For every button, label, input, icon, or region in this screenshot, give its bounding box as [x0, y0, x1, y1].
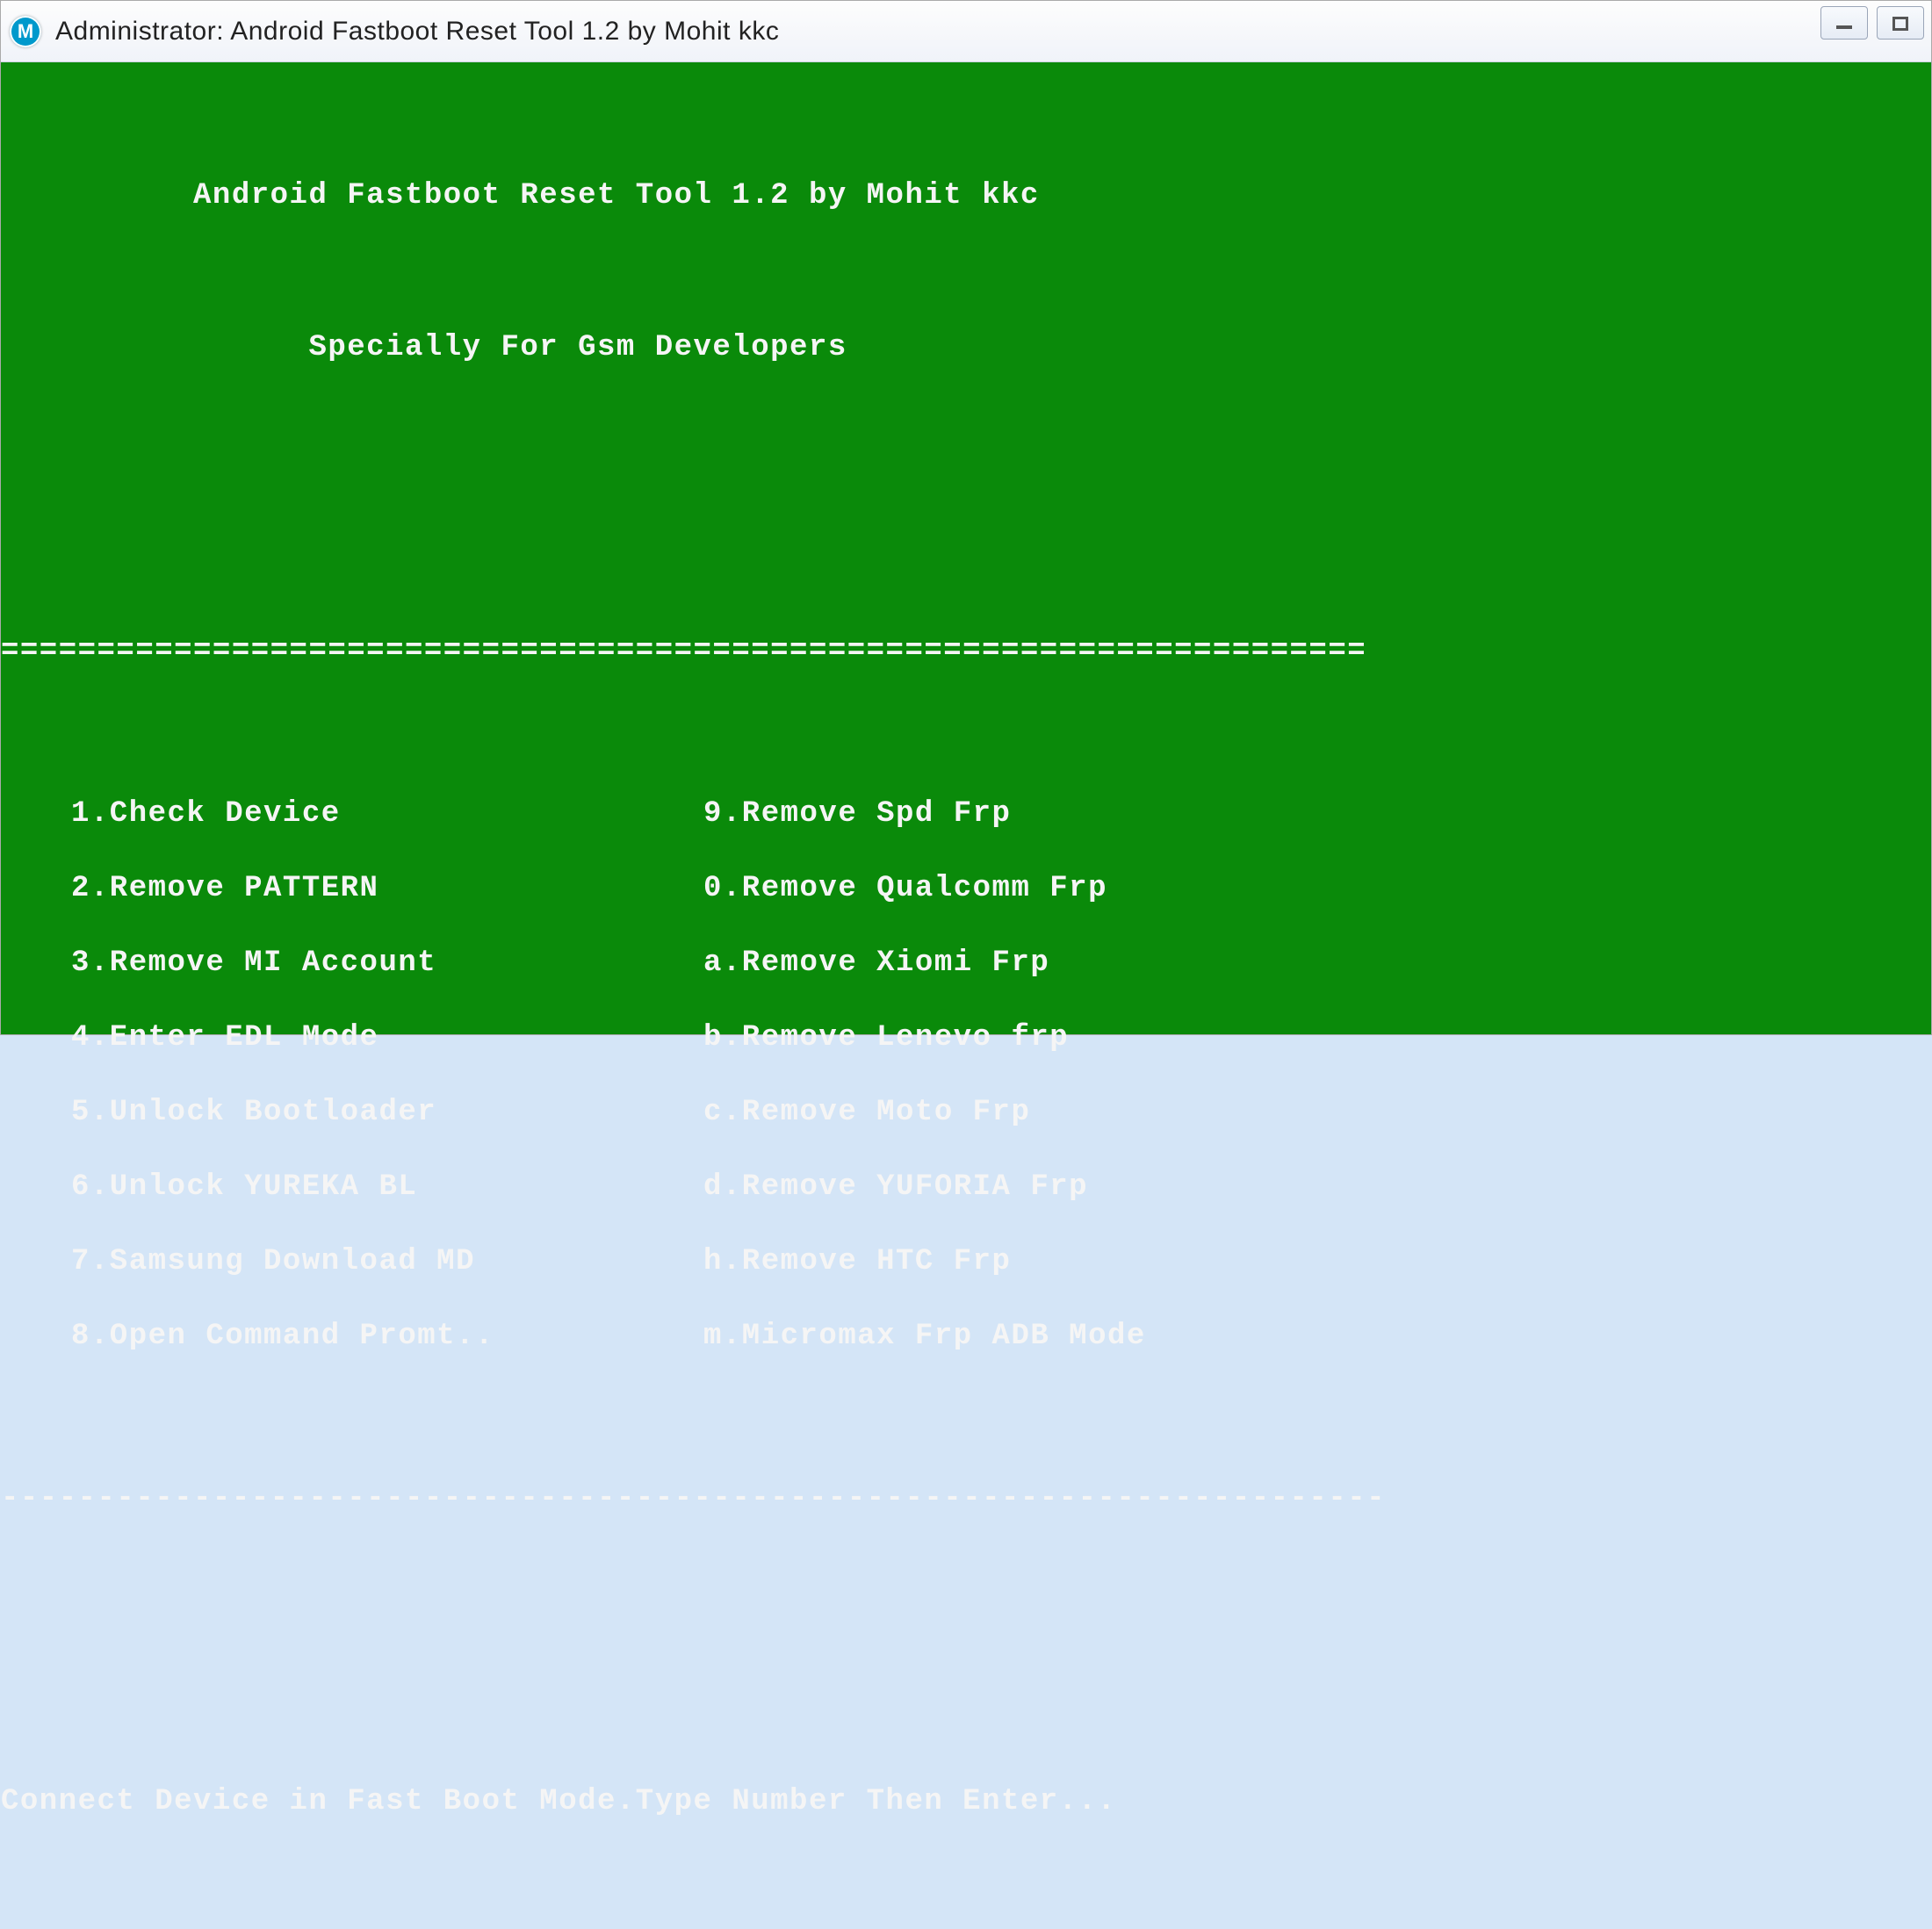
maximize-icon	[1892, 17, 1908, 29]
menu-item: c.Remove Moto Frp	[703, 1076, 1146, 1150]
window-title: Administrator: Android Fastboot Reset To…	[55, 17, 779, 47]
menu-item: 9.Remove Spd Frp	[703, 777, 1146, 852]
menu-item: 5.Unlock Bootloader	[71, 1076, 703, 1150]
window-controls	[1820, 6, 1924, 40]
console-blank	[1, 475, 1931, 526]
console-blank	[1, 1624, 1931, 1675]
maximize-button[interactable]	[1877, 6, 1924, 40]
menu-item: m.Micromax Frp ADB Mode	[703, 1299, 1146, 1374]
app-icon: M	[10, 16, 41, 47]
menu-item: 6.Unlock YUREKA BL	[71, 1150, 703, 1225]
console-header-1: Android Fastboot Reset Tool 1.2 by Mohit…	[1, 171, 1931, 222]
divider-equals: ========================================…	[1, 628, 1931, 675]
app-icon-letter: M	[18, 20, 33, 43]
menu-item: 7.Samsung Download MD	[71, 1225, 703, 1299]
menu-item: h.Remove HTC Frp	[703, 1225, 1146, 1299]
console-area[interactable]: Android Fastboot Reset Tool 1.2 by Mohit…	[1, 62, 1931, 1034]
menu-item: 3.Remove MI Account	[71, 926, 703, 1001]
divider-dash: ----------------------------------------…	[1, 1475, 1931, 1522]
console-prompt: Connect Device in Fast Boot Mode.Type Nu…	[1, 1777, 1931, 1828]
menu-item: 2.Remove PATTERN	[71, 852, 703, 926]
console-header-2: Specially For Gsm Developers	[1, 323, 1931, 374]
titlebar[interactable]: M Administrator: Android Fastboot Reset …	[1, 1, 1931, 62]
minimize-button[interactable]	[1820, 6, 1868, 40]
menu-item: 1.Check Device	[71, 777, 703, 852]
menu-item: 4.Enter EDL Mode	[71, 1001, 703, 1076]
menu-item: a.Remove Xiomi Frp	[703, 926, 1146, 1001]
minimize-icon	[1836, 17, 1852, 29]
menu-item: 0.Remove Qualcomm Frp	[703, 852, 1146, 926]
menu-item: b.Remove Lenevo frp	[703, 1001, 1146, 1076]
menu-item: d.Remove YUFORIA Frp	[703, 1150, 1146, 1225]
window: M Administrator: Android Fastboot Reset …	[0, 0, 1932, 1035]
menu-item: 8.Open Command Promt..	[71, 1299, 703, 1374]
